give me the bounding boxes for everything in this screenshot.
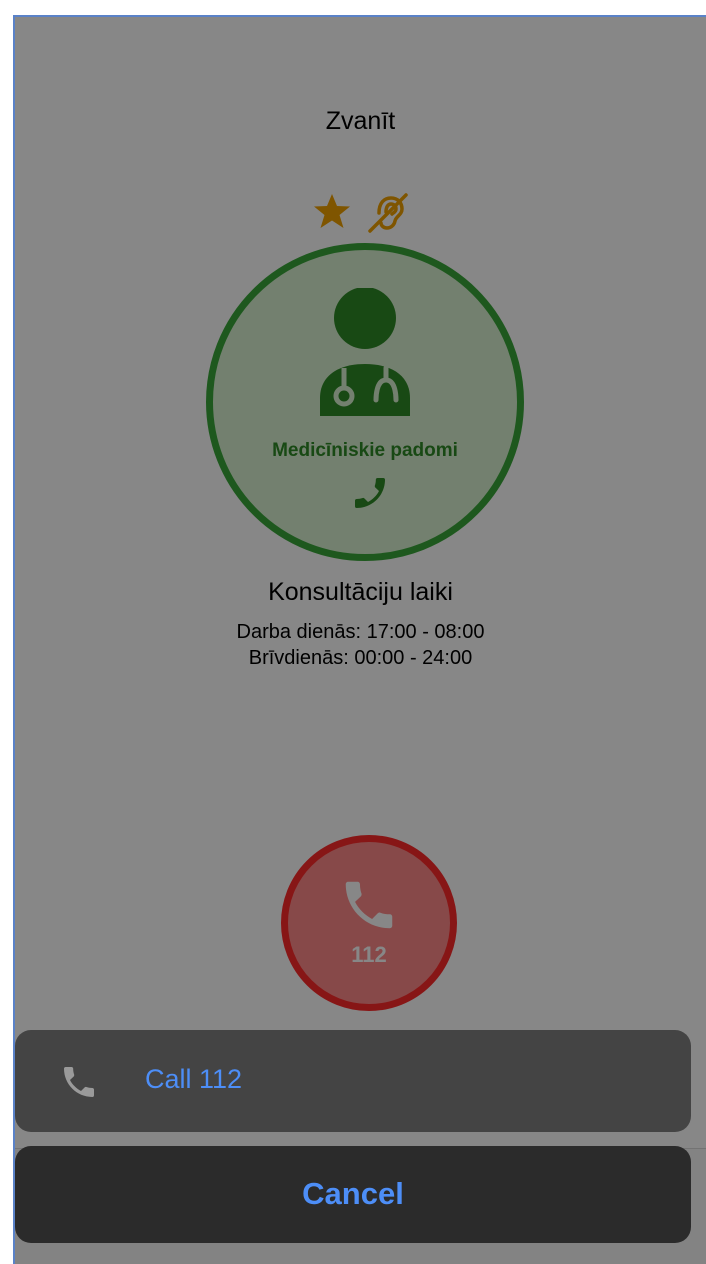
phone-icon [64,1067,94,1097]
call-112-action[interactable]: Call 112 [15,1030,691,1132]
call-112-label: Call 112 [145,1064,243,1094]
app-frame: Zvanīt Medicīniskie padomi Konsultāciju … [0,0,706,1264]
cancel-button[interactable]: Cancel [15,1146,691,1243]
cancel-label: Cancel [302,1176,404,1211]
